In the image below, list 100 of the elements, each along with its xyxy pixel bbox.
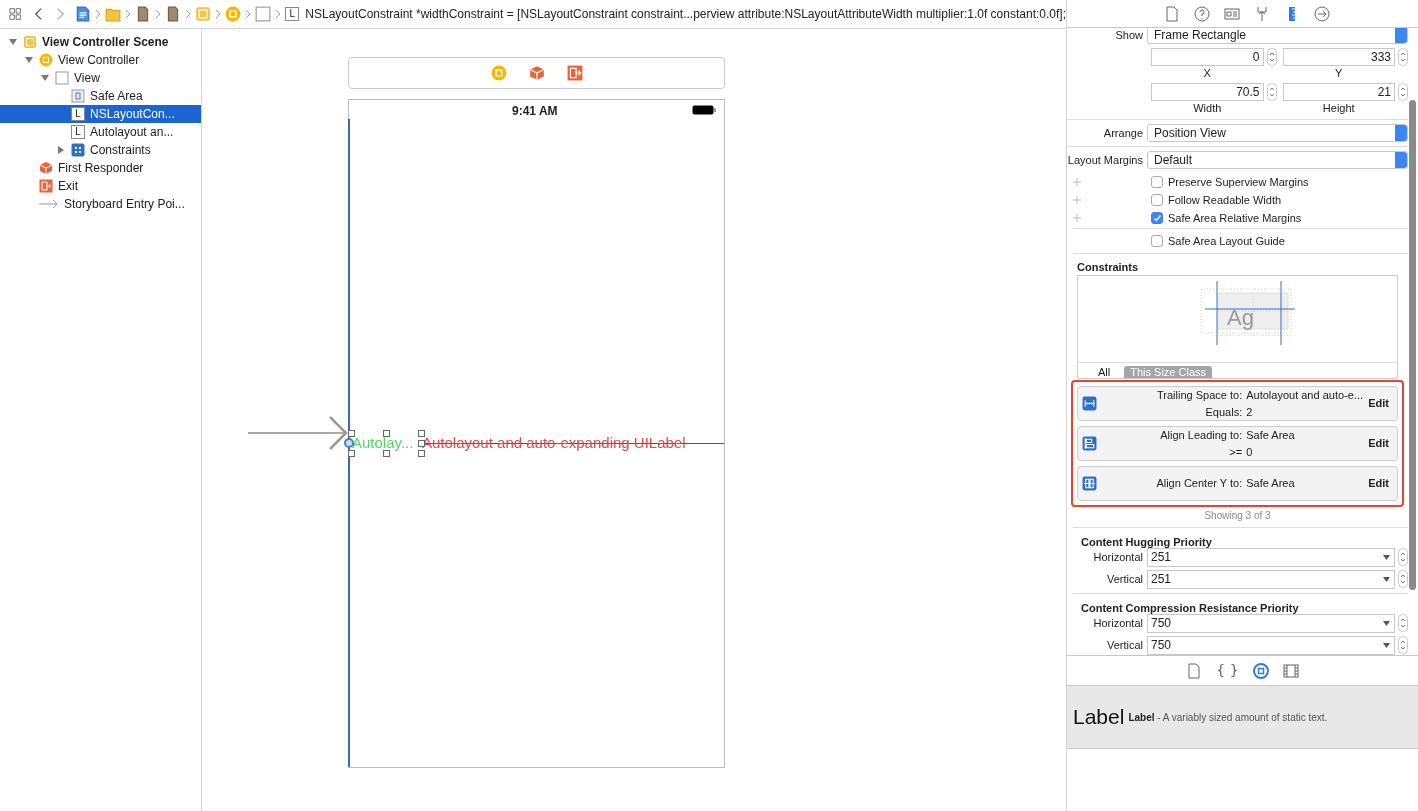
outline-item[interactable]: Safe Area [0, 87, 201, 105]
edit-button[interactable]: Edit [1368, 435, 1389, 452]
checkbox[interactable] [1151, 176, 1163, 188]
constraint-label: Equals: [1204, 404, 1243, 420]
arrange-popup[interactable]: Position View [1147, 124, 1408, 142]
number-field[interactable]: 21 [1282, 83, 1395, 101]
disclosure-triangle-icon[interactable] [56, 145, 66, 155]
outline-item[interactable]: L Autolayout an... [0, 123, 201, 141]
constraint-item[interactable]: Align Center Y to: Safe Area Edit [1077, 466, 1398, 501]
stepper[interactable] [1266, 83, 1277, 101]
priority-combo-box[interactable]: 251 [1147, 547, 1395, 567]
stepper[interactable] [1398, 614, 1408, 632]
disclosure-triangle-icon[interactable] [24, 55, 34, 65]
filter-tab[interactable]: All [1092, 366, 1117, 378]
arrow-circle-icon[interactable] [1313, 5, 1330, 22]
checkbox[interactable] [1151, 212, 1163, 224]
label-icon: L [71, 107, 85, 121]
view-icon [55, 71, 69, 85]
number-field[interactable]: 70.5 [1151, 83, 1264, 101]
constraint-value: Autolayout and auto-e... [1246, 388, 1365, 403]
checkbox[interactable] [1151, 235, 1163, 247]
constraint-item[interactable]: Align Leading to: Safe Area >= 0 Edit [1077, 426, 1398, 461]
outline-item[interactable]: Exit [0, 177, 201, 195]
field-caption: X [1202, 67, 1212, 80]
edit-button[interactable]: Edit [1368, 395, 1389, 412]
field-label: Arrange [1102, 125, 1144, 141]
object-icon[interactable] [1252, 662, 1269, 679]
constraint-count: Showing 3 of 3 [1203, 509, 1272, 523]
dropdown-arrow-icon[interactable] [1383, 620, 1390, 626]
constraint-label: Trailing Space to: [1156, 388, 1243, 403]
disclosure-triangle-icon[interactable] [8, 37, 18, 47]
constraint-item[interactable]: Trailing Space to: Autolayout and auto-e... Equals: 2 Edit [1077, 386, 1398, 421]
resize-handle[interactable] [383, 450, 390, 457]
dropdown-arrow-icon[interactable] [1383, 554, 1390, 560]
battery-icon [692, 105, 716, 115]
scene-icon [23, 35, 37, 49]
file-icon[interactable] [1186, 662, 1203, 679]
number-field[interactable]: 0 [1151, 48, 1264, 66]
layout-margins-popup[interactable]: Default [1147, 151, 1408, 169]
chevron-icon [215, 9, 222, 19]
constraint-label: Align Leading to: [1159, 428, 1243, 443]
disclosure-triangle-icon[interactable] [40, 73, 50, 83]
label-icon: L [285, 7, 300, 21]
resize-handle[interactable] [348, 450, 355, 457]
dropdown-arrow-icon[interactable] [1383, 642, 1390, 648]
priority-combo-box[interactable]: 750 [1147, 635, 1395, 655]
cube-icon [528, 65, 545, 81]
priority-combo-box[interactable]: 750 [1147, 613, 1395, 633]
resize-handle[interactable] [383, 430, 390, 437]
outline-item[interactable]: View Controller [0, 51, 201, 69]
constraint-anchor [344, 438, 354, 448]
chevron-icon [95, 9, 102, 19]
back-icon[interactable] [34, 7, 44, 21]
edit-button[interactable]: Edit [1368, 475, 1389, 492]
section-title: Content Compression Resistance Priority [1081, 602, 1299, 614]
safe-area-icon [71, 89, 85, 103]
scrollbar[interactable] [1409, 100, 1416, 590]
forward-icon[interactable] [56, 7, 66, 21]
show-popup[interactable]: Frame Rectangle [1147, 28, 1408, 44]
chevron-icon [185, 9, 192, 19]
section-title: Content Hugging Priority [1081, 536, 1212, 548]
priority-combo-box[interactable]: 251 [1147, 569, 1395, 589]
scene-icon [195, 6, 212, 22]
stepper[interactable] [1398, 636, 1408, 654]
stepper[interactable] [1398, 83, 1408, 101]
library-item-preview: Label [1073, 704, 1125, 731]
grid-icon[interactable] [9, 7, 22, 21]
resize-handle[interactable] [348, 430, 355, 437]
outline-item[interactable]: View [0, 69, 201, 87]
stepper[interactable] [1398, 48, 1408, 66]
stepper[interactable] [1266, 48, 1277, 66]
library-item-description: Label - A variably sized amount of static text. [1128, 710, 1328, 725]
number-field[interactable]: 333 [1282, 48, 1395, 66]
file-icon[interactable] [1163, 5, 1180, 22]
checkbox-label: Safe Area Relative Margins [1168, 210, 1302, 226]
help-icon[interactable] [1193, 5, 1210, 22]
chevron-icon [125, 9, 132, 19]
view-controller-icon [490, 65, 507, 81]
status-time: 9:41 AM [512, 103, 558, 120]
film-icon[interactable] [1282, 662, 1299, 679]
braces-icon[interactable]: { } [1216, 660, 1239, 681]
outline-item[interactable]: Storyboard Entry Poi... [0, 195, 201, 213]
field-caption: Height [1321, 102, 1356, 115]
stepper[interactable] [1398, 570, 1408, 588]
checkbox-label: Follow Readable Width [1168, 192, 1282, 208]
chevron-icon [275, 9, 282, 19]
checkbox[interactable] [1151, 194, 1163, 206]
preview-text: Ag [1227, 303, 1254, 332]
outline-item[interactable]: Constraints [0, 141, 201, 159]
stepper[interactable] [1398, 548, 1408, 566]
outline-item[interactable]: View Controller Scene [0, 33, 201, 51]
field-label: Layout Margins [1067, 152, 1144, 168]
id-card-icon[interactable] [1223, 5, 1240, 22]
view-icon [255, 6, 272, 22]
dropdown-arrow-icon[interactable] [1383, 576, 1390, 582]
exit-icon [39, 179, 53, 193]
field-label: Horizontal [1092, 615, 1144, 631]
outline-item[interactable]: First Responder [0, 159, 201, 177]
outline-item[interactable]: L NSLayoutCon... [0, 105, 201, 123]
field-caption: Width [1192, 102, 1223, 115]
